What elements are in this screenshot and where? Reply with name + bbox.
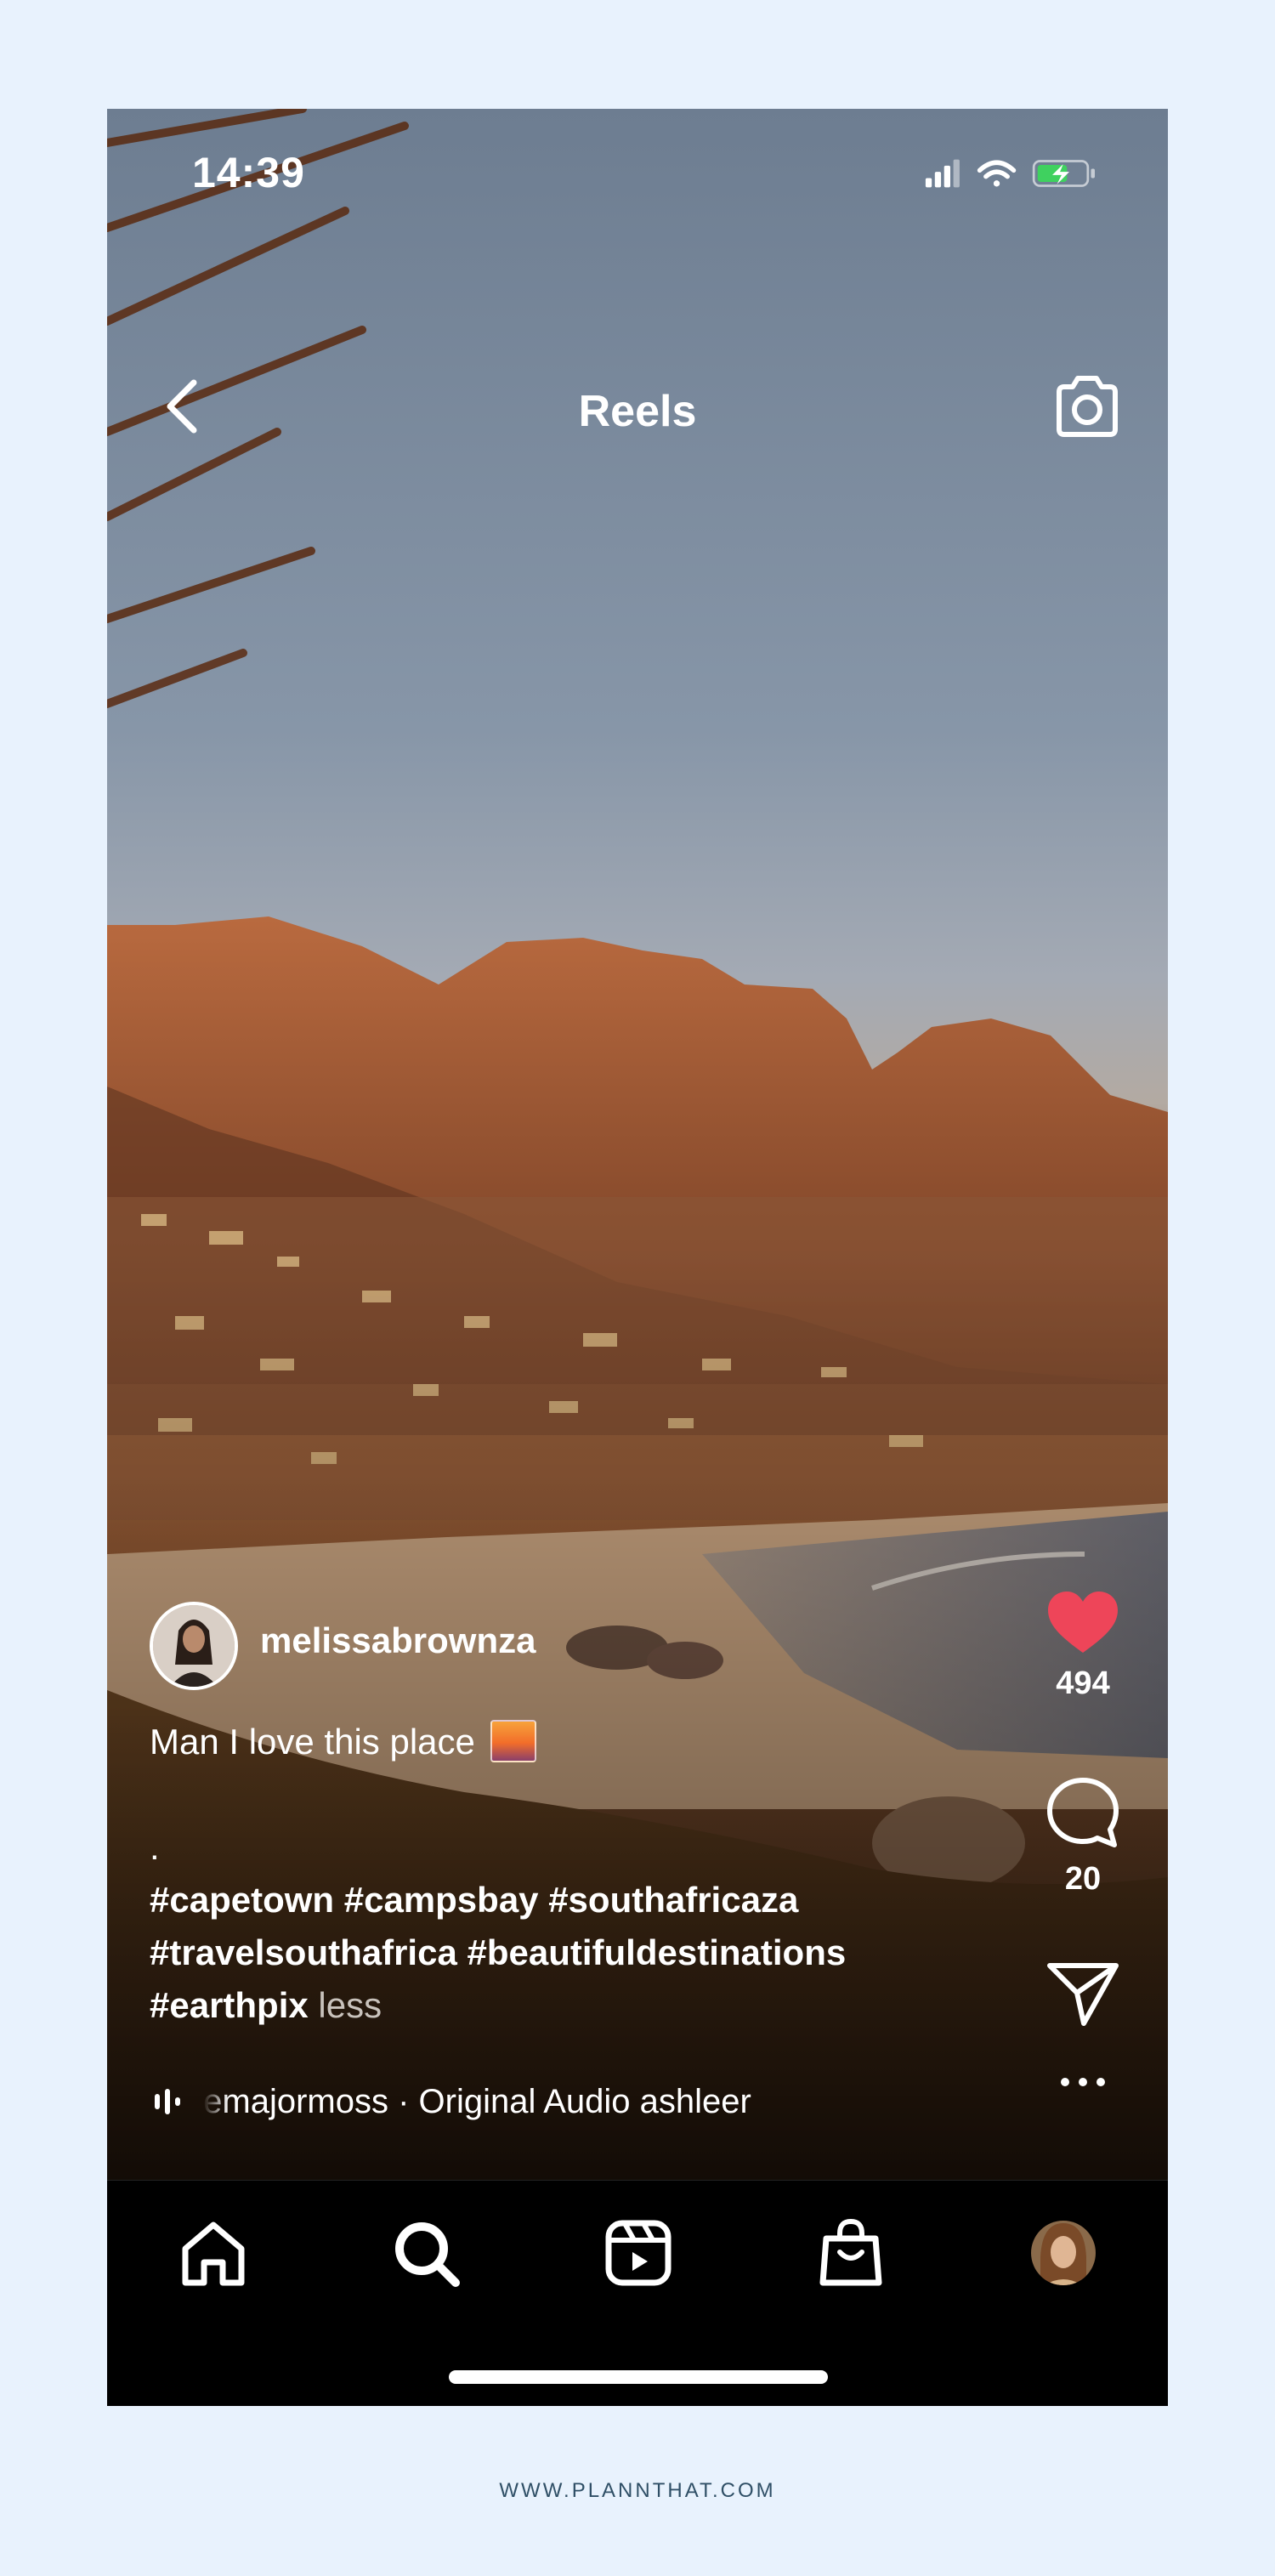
signal-icon — [925, 159, 960, 188]
audio-bars-icon — [155, 2089, 180, 2115]
battery-charging-icon — [1032, 160, 1095, 187]
camera-button[interactable] — [1049, 368, 1125, 445]
status-icons — [925, 159, 1095, 188]
less-link[interactable]: less — [318, 1985, 382, 2025]
caption-dot: . — [150, 1827, 160, 1867]
shopping-bag-icon — [819, 2218, 882, 2286]
comment-action[interactable]: 20 — [1040, 1775, 1125, 1898]
hashtags-line-3[interactable]: #earthpix — [150, 1985, 309, 2025]
author-username[interactable]: melissabrownza — [260, 1620, 536, 1661]
profile-avatar-icon — [1031, 2221, 1096, 2285]
like-action[interactable]: 494 — [1040, 1588, 1125, 1702]
send-icon[interactable] — [1045, 1959, 1121, 2027]
tab-search[interactable] — [388, 2215, 464, 2291]
sunset-emoji-icon — [490, 1720, 536, 1762]
tab-profile[interactable] — [1025, 2215, 1102, 2291]
like-count: 494 — [1056, 1665, 1110, 1701]
avatar[interactable] — [150, 1602, 238, 1690]
hashtags-line-1[interactable]: #capetown #campsbay #southafricaza — [150, 1874, 1000, 1926]
home-icon — [182, 2221, 245, 2286]
more-dots-icon[interactable] — [1045, 2069, 1121, 2095]
wifi-icon — [977, 160, 1017, 187]
post-author[interactable]: melissabrownza — [150, 1602, 915, 1695]
page-title: Reels — [578, 387, 697, 436]
post-caption: Man I love this place . #capetown #camps… — [150, 1716, 1000, 2032]
phone-screen: 14:39 Reels melissabrownza Man I love th… — [107, 109, 1168, 2406]
footer-watermark: WWW.PLANNTHAT.COM — [499, 2479, 776, 2502]
hashtags-line-2[interactable]: #travelsouthafrica #beautifuldestination… — [150, 1926, 1000, 1979]
caption-text: Man I love this place — [150, 1722, 475, 1762]
caption-line: Man I love this place — [150, 1716, 1000, 1768]
camera-icon — [1057, 376, 1118, 437]
audio-text: emajormoss · Original Audio ashleer — [203, 2082, 751, 2120]
reels-icon — [605, 2220, 672, 2286]
tab-shop[interactable] — [813, 2215, 889, 2291]
author-avatar-image — [153, 1605, 235, 1687]
status-bar: 14:39 — [107, 109, 1168, 245]
comment-icon[interactable] — [1045, 1775, 1121, 1852]
tab-home[interactable] — [175, 2215, 252, 2291]
heart-icon[interactable] — [1045, 1588, 1121, 1656]
tab-reels[interactable] — [600, 2215, 677, 2291]
share-action[interactable] — [1040, 1959, 1125, 2031]
audio-info[interactable]: emajormoss · Original Audio ashleer — [153, 2081, 952, 2121]
status-time: 14:39 — [192, 149, 305, 196]
search-icon — [395, 2222, 460, 2287]
more-options-button[interactable] — [1040, 2069, 1125, 2099]
home-indicator — [449, 2370, 828, 2384]
comment-count: 20 — [1064, 1861, 1102, 1897]
